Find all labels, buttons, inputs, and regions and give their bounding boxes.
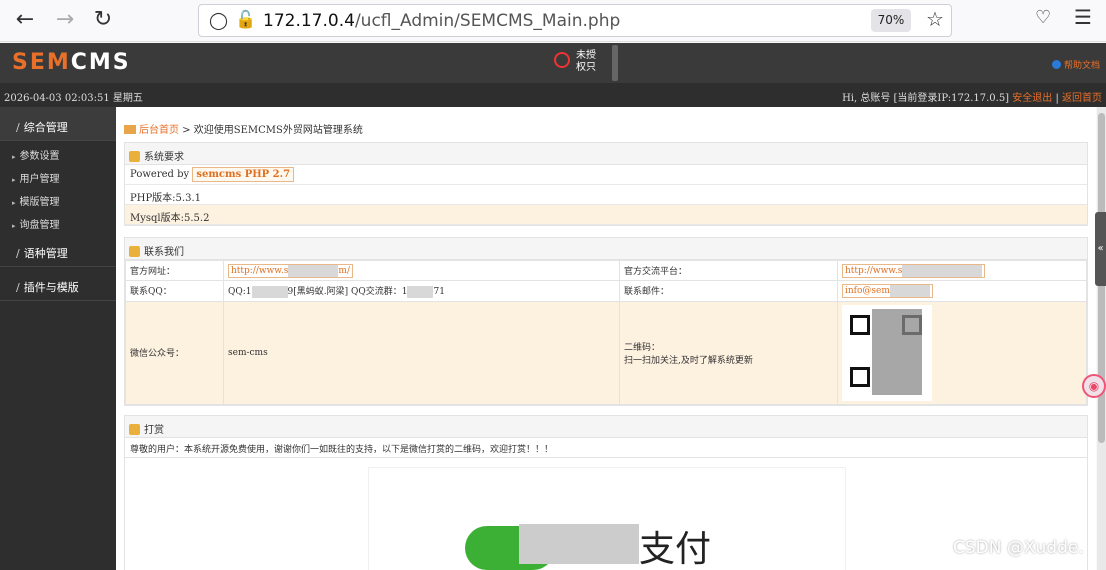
warning-icon xyxy=(554,52,570,68)
floating-assistant-icon[interactable]: ◉ xyxy=(1082,374,1106,398)
php-version: PHP版本:5.3.1 xyxy=(125,185,1087,205)
section-title: 打赏 xyxy=(125,416,1087,438)
email-label: 联系邮件： xyxy=(619,280,838,302)
sidebar-section-languages[interactable]: 语种管理 xyxy=(0,233,116,267)
system-requirements-box: 系统要求 Powered by semcms PHP 2.7 PHP版本:5.3… xyxy=(124,142,1088,226)
zoom-level[interactable]: 70% xyxy=(871,9,911,32)
back-home-link[interactable]: 返回首页 xyxy=(1062,93,1102,104)
breadcrumb: 后台首页 > 欢迎使用SEMCMS外贸网站管理系统 xyxy=(124,121,363,136)
pay-text: 支付 xyxy=(639,529,712,570)
contact-box: 联系我们 官方网址： http://www.s m/ 官方交流平台： http:/… xyxy=(124,237,1088,406)
wechat-label: 微信公众号： xyxy=(125,300,224,405)
main-content: 后台首页 > 欢迎使用SEMCMS外贸网站管理系统 系统要求 Powered b… xyxy=(116,107,1096,570)
user-greeting: Hi, 总账号 [当前登录IP:172.17.0.5] 安全退出 | 返回首页 xyxy=(842,93,1102,104)
sidebar-section-general[interactable]: 综合管理 xyxy=(0,107,116,141)
logout-link[interactable]: 安全退出 xyxy=(1012,93,1052,104)
pocket-icon[interactable]: ♡ xyxy=(1035,7,1051,28)
email-link[interactable]: info@sem xyxy=(842,284,933,299)
breadcrumb-home[interactable]: 后台首页 xyxy=(139,125,179,136)
help-docs-link[interactable]: 帮助文档 xyxy=(1052,58,1100,71)
section-title: 联系我们 xyxy=(125,238,1087,260)
forward-arrow-icon[interactable]: → xyxy=(50,6,80,36)
home-icon xyxy=(124,125,136,134)
pencil-icon xyxy=(129,424,140,435)
wechat-qr-code xyxy=(842,304,932,401)
wechat-value: sem-cms xyxy=(223,300,620,405)
url-host: 172.17.0.4 xyxy=(263,11,355,31)
section-title: 系统要求 xyxy=(125,143,1087,165)
wechat-pay-image: 支付 xyxy=(368,467,846,570)
qr-description: 二维码： 扫一扫加关注,及时了解系统更新 xyxy=(619,300,838,405)
platform-link[interactable]: http://www.s xyxy=(842,264,986,278)
watermark: CSDN @Xudde. xyxy=(953,538,1084,558)
address-bar[interactable]: ◯ 🔓 172.17.0.4/ucfl_Admin/SEMCMS_Main.ph… xyxy=(198,4,952,37)
contact-table: 官方网址： http://www.s m/ 官方交流平台： http://www.… xyxy=(125,260,1087,405)
sidebar-item-inquiries[interactable]: 询盘管理 xyxy=(0,210,116,233)
datetime: 2026-04-03 02:03:51 星期五 xyxy=(4,93,143,104)
qq-value: QQ:1 9[黑蚂蚁.阿梁] QQ交流群：1 71 xyxy=(223,280,620,302)
site-label: 官方网址： xyxy=(125,260,224,281)
mysql-version: Mysql版本:5.5.2 xyxy=(125,205,1087,225)
sidebar-item-users[interactable]: 用户管理 xyxy=(0,164,116,187)
collapse-tab-icon[interactable]: « xyxy=(1095,212,1106,286)
donate-note: 尊敬的用户：本系统开源免费使用，谢谢你们一如既往的支持，以下是微信打赏的二维码，… xyxy=(125,438,1087,458)
semcms-logo: SEMCMS xyxy=(12,50,131,75)
header-divider xyxy=(612,45,618,81)
url-path: /ucfl_Admin/SEMCMS_Main.php xyxy=(354,11,621,31)
qq-label: 联系QQ： xyxy=(125,280,224,302)
insecure-lock-icon[interactable]: 🔓 xyxy=(235,10,256,30)
bookmark-star-icon[interactable]: ☆ xyxy=(926,7,944,31)
reload-icon[interactable]: ↻ xyxy=(88,6,118,36)
powered-row: Powered by semcms PHP 2.7 xyxy=(125,165,1087,185)
hamburger-menu-icon[interactable]: ☰ xyxy=(1074,5,1092,29)
back-arrow-icon[interactable]: ← xyxy=(10,6,40,36)
app-header: SEMCMS 未授 权只 帮助文档 xyxy=(0,43,1106,83)
pencil-icon xyxy=(129,246,140,257)
version-badge: semcms PHP 2.7 xyxy=(192,167,295,182)
vertical-scrollbar[interactable] xyxy=(1097,107,1106,570)
platform-label: 官方交流平台： xyxy=(619,260,838,281)
status-bar: 2026-04-03 02:03:51 星期五 Hi, 总账号 [当前登录IP:… xyxy=(0,83,1106,107)
sidebar: 综合管理 参数设置 用户管理 模版管理 询盘管理 语种管理 插件与模版 xyxy=(0,107,116,570)
shield-icon[interactable]: ◯ xyxy=(209,11,228,31)
sidebar-item-templates[interactable]: 模版管理 xyxy=(0,187,116,210)
official-site-link[interactable]: http://www.s m/ xyxy=(228,264,353,278)
sidebar-item-params[interactable]: 参数设置 xyxy=(0,141,116,164)
sidebar-section-plugins[interactable]: 插件与模版 xyxy=(0,267,116,301)
browser-toolbar: ← → ↻ ◯ 🔓 172.17.0.4/ucfl_Admin/SEMCMS_M… xyxy=(0,0,1106,42)
pencil-icon xyxy=(129,151,140,162)
url-text[interactable]: 172.17.0.4/ucfl_Admin/SEMCMS_Main.php xyxy=(263,11,620,31)
